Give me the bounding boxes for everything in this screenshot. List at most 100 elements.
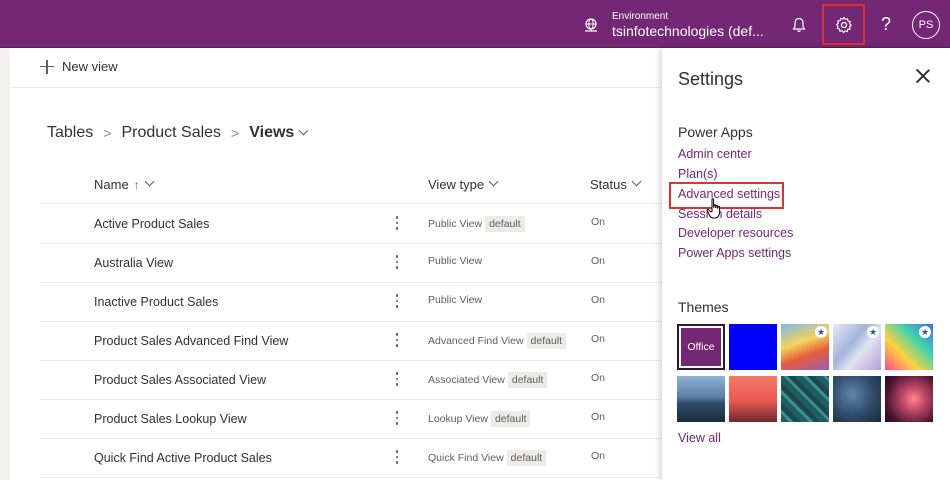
background-strip bbox=[0, 48, 10, 480]
environment-name[interactable]: tsinfotechnologies (def... bbox=[612, 23, 764, 39]
default-badge: default bbox=[507, 372, 548, 388]
more-options-icon[interactable] bbox=[392, 408, 402, 428]
column-header-status[interactable]: Status bbox=[590, 176, 642, 192]
status-cell: On bbox=[591, 255, 606, 267]
section-themes: Themes bbox=[678, 299, 729, 315]
view-name[interactable]: Active Product Sales bbox=[94, 217, 209, 231]
table-row[interactable]: Quick Find Active Product Sales Quick Fin… bbox=[40, 439, 662, 478]
table-row[interactable]: Australia View Public View On bbox=[40, 244, 662, 283]
more-options-icon[interactable] bbox=[392, 213, 402, 233]
settings-button[interactable] bbox=[822, 4, 865, 45]
table-row[interactable]: Active Product Sales Public View default On bbox=[40, 205, 662, 244]
column-header-view-type[interactable]: View type bbox=[428, 176, 499, 192]
bell-icon bbox=[792, 17, 806, 32]
more-options-icon[interactable] bbox=[392, 330, 402, 350]
status-cell: On bbox=[591, 411, 606, 423]
breadcrumb-separator: > bbox=[231, 125, 240, 141]
view-type-cell: Quick Find View default bbox=[428, 450, 547, 466]
theme-colorful[interactable]: ★ bbox=[781, 324, 829, 370]
view-type-label: Public View bbox=[428, 218, 483, 230]
link-developer-resources[interactable]: Developer resources bbox=[678, 226, 793, 240]
main-content: New view Tables > Product Sales > Views … bbox=[10, 48, 662, 480]
star-icon: ★ bbox=[815, 326, 827, 338]
view-name[interactable]: Inactive Product Sales bbox=[94, 295, 218, 309]
environment-label: Environment bbox=[612, 11, 669, 22]
more-options-icon[interactable] bbox=[392, 252, 402, 272]
sort-ascending-icon: ↑ bbox=[133, 177, 140, 192]
more-options-icon[interactable] bbox=[392, 447, 402, 467]
hand-cursor-icon bbox=[706, 198, 721, 219]
view-name[interactable]: Australia View bbox=[94, 256, 173, 270]
view-all-themes-link[interactable]: View all bbox=[678, 431, 721, 445]
theme-circuit[interactable] bbox=[781, 376, 829, 422]
link-advanced-settings[interactable]: Advanced settings bbox=[678, 187, 780, 201]
chevron-down-icon bbox=[488, 176, 499, 187]
view-type-label: Public View bbox=[428, 294, 483, 306]
notifications-button[interactable] bbox=[788, 14, 810, 36]
command-bar: New view bbox=[10, 48, 662, 88]
breadcrumb-tables[interactable]: Tables bbox=[47, 124, 93, 142]
theme-office-label: Office bbox=[687, 341, 715, 353]
more-options-icon[interactable] bbox=[392, 291, 402, 311]
view-type-label: Lookup View bbox=[428, 413, 488, 425]
theme-rainbow[interactable]: ★ bbox=[885, 324, 933, 370]
status-cell: On bbox=[591, 450, 606, 462]
view-type-label: Quick Find View bbox=[428, 452, 504, 464]
theme-lights[interactable] bbox=[885, 376, 933, 422]
view-type-cell: Public View default bbox=[428, 216, 525, 232]
view-name[interactable]: Quick Find Active Product Sales bbox=[94, 451, 272, 465]
settings-panel: Settings Power Apps Admin center Plan(s)… bbox=[662, 48, 950, 480]
view-type-cell: Associated View default bbox=[428, 372, 548, 388]
status-cell: On bbox=[591, 372, 606, 384]
table-row[interactable]: Product Sales Advanced Find View Advanced… bbox=[40, 322, 662, 361]
environment-icon[interactable] bbox=[582, 16, 600, 34]
view-type-cell: Public View bbox=[428, 294, 482, 306]
plus-icon bbox=[40, 59, 54, 74]
column-status-label: Status bbox=[590, 177, 627, 192]
theme-silver[interactable]: ★ bbox=[833, 324, 881, 370]
table-row[interactable]: Product Sales Associated View Associated … bbox=[40, 361, 662, 400]
new-view-label: New view bbox=[62, 59, 118, 74]
status-cell: On bbox=[591, 216, 606, 228]
view-type-label: Public View bbox=[428, 255, 483, 267]
default-badge: default bbox=[490, 411, 531, 427]
view-type-cell: Advanced Find View default bbox=[428, 333, 567, 349]
breadcrumb-product-sales[interactable]: Product Sales bbox=[121, 124, 221, 142]
new-view-button[interactable]: New view bbox=[40, 59, 118, 74]
theme-office[interactable]: Office bbox=[677, 324, 725, 370]
table-row[interactable]: Inactive Product Sales Public View On bbox=[40, 283, 662, 322]
view-name[interactable]: Product Sales Associated View bbox=[94, 373, 266, 387]
link-admin-center[interactable]: Admin center bbox=[678, 147, 752, 161]
link-power-apps-settings[interactable]: Power Apps settings bbox=[678, 246, 791, 260]
theme-blue[interactable] bbox=[729, 324, 777, 370]
view-name[interactable]: Product Sales Lookup View bbox=[94, 412, 247, 426]
table-row[interactable]: Product Sales Lookup View Lookup View defa… bbox=[40, 400, 662, 439]
default-badge: default bbox=[506, 450, 547, 466]
more-options-icon[interactable] bbox=[392, 369, 402, 389]
default-badge: default bbox=[526, 333, 567, 349]
theme-innovation[interactable] bbox=[833, 376, 881, 422]
breadcrumb: Tables > Product Sales > Views bbox=[47, 124, 309, 142]
column-name-label: Name bbox=[94, 177, 129, 192]
close-icon[interactable] bbox=[915, 68, 931, 84]
chevron-down-icon bbox=[144, 176, 155, 187]
star-icon: ★ bbox=[867, 326, 879, 338]
view-type-label: Advanced Find View bbox=[428, 335, 524, 347]
column-header-name[interactable]: Name ↑ bbox=[94, 176, 155, 192]
theme-palms[interactable] bbox=[729, 376, 777, 422]
theme-mountain[interactable] bbox=[677, 376, 725, 422]
user-avatar[interactable]: PS bbox=[912, 11, 940, 39]
view-type-cell: Public View bbox=[428, 255, 482, 267]
view-type-label: Associated View bbox=[428, 374, 505, 386]
breadcrumb-views-label: Views bbox=[249, 124, 295, 141]
link-plans[interactable]: Plan(s) bbox=[678, 167, 718, 181]
star-icon: ★ bbox=[919, 326, 931, 338]
section-power-apps: Power Apps bbox=[678, 124, 753, 140]
view-name[interactable]: Product Sales Advanced Find View bbox=[94, 334, 288, 348]
column-view-type-label: View type bbox=[428, 177, 485, 192]
breadcrumb-separator: > bbox=[103, 125, 112, 141]
table-header: Name ↑ View type Status bbox=[40, 168, 662, 204]
help-button[interactable]: ? bbox=[875, 12, 897, 36]
gear-icon bbox=[835, 16, 852, 33]
breadcrumb-views[interactable]: Views bbox=[249, 124, 309, 142]
